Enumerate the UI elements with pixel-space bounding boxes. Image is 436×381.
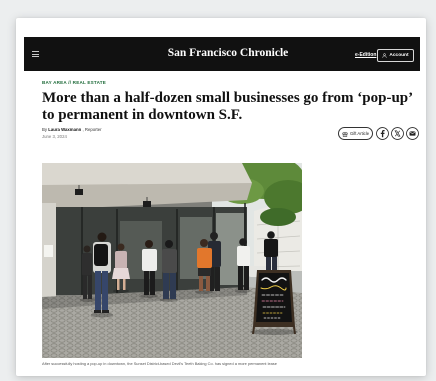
posted-notice	[44, 245, 53, 257]
account-button[interactable]: Account	[377, 49, 414, 62]
facebook-icon[interactable]	[376, 127, 389, 140]
publish-date: June 3, 2024	[42, 134, 67, 139]
author-link[interactable]: Laura Waxmann	[48, 127, 81, 132]
gift-article-button[interactable]: Gift Article	[338, 127, 373, 140]
eedition-link[interactable]: e-Edition	[355, 52, 376, 58]
photo-caption: After successfully hosting a pop-up in d…	[42, 361, 277, 366]
gift-article-label: Gift Article	[349, 131, 370, 136]
kicker-separator: //	[68, 80, 72, 85]
kicker-topic-link[interactable]: REAL ESTATE	[73, 80, 106, 85]
byline-prefix: By	[42, 127, 48, 132]
article-headline: More than a half-dozen small businesses …	[42, 90, 413, 123]
section-kicker: BAY AREA // REAL ESTATE	[42, 80, 106, 85]
sandwich-board-sign	[250, 270, 298, 335]
site-header: San Francisco Chronicle e-Edition Accoun…	[24, 37, 420, 71]
concrete-canopy-face	[42, 163, 252, 185]
x-icon[interactable]	[391, 127, 404, 140]
user-icon	[382, 53, 387, 58]
lead-photo-storefront	[42, 163, 302, 358]
author-role: , Reporter	[82, 127, 102, 132]
kicker-section-link[interactable]: BAY AREA	[42, 80, 67, 85]
byline: By Laura Waxmann , Reporter	[42, 127, 102, 132]
email-icon[interactable]	[406, 127, 419, 140]
gift-icon	[342, 131, 348, 137]
account-label: Account	[389, 53, 409, 58]
